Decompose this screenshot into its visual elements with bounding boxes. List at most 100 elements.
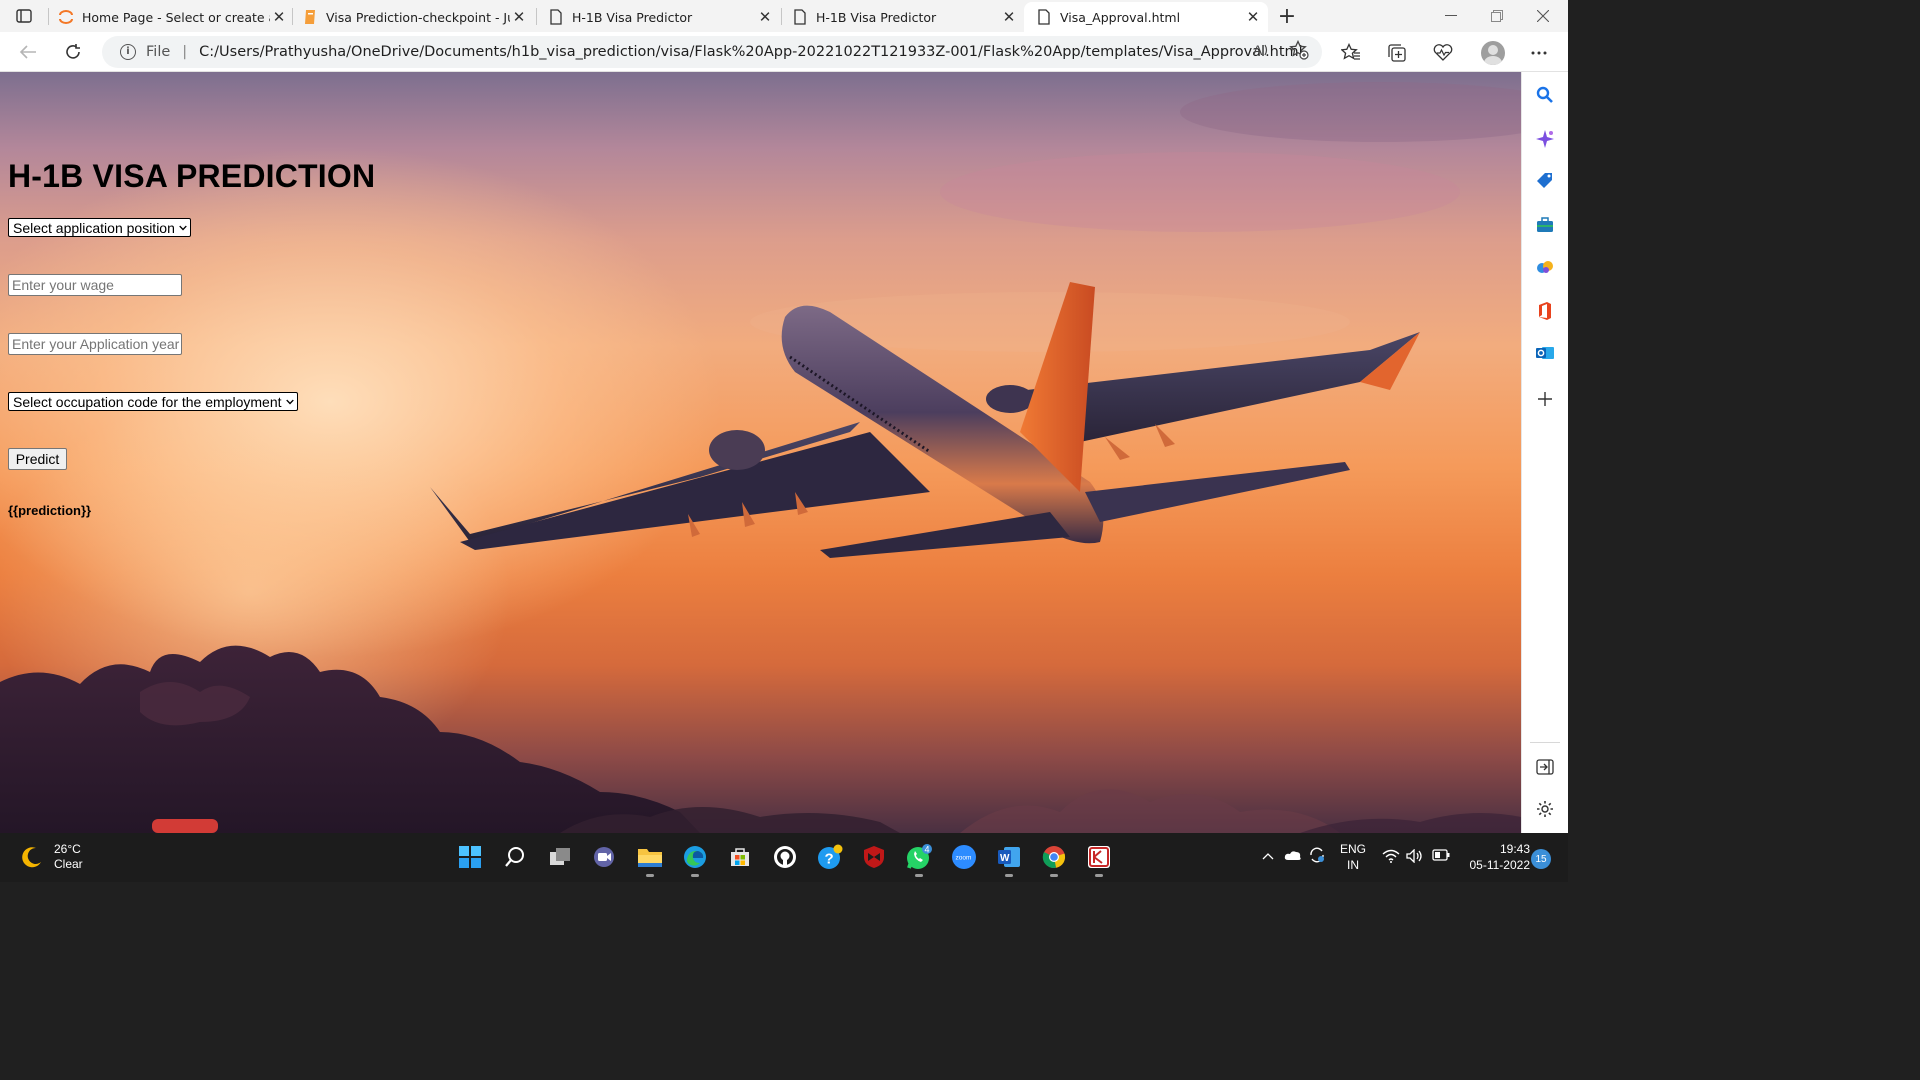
add-favorite-icon[interactable] — [1289, 40, 1309, 60]
close-icon[interactable]: ✕ — [1000, 8, 1018, 26]
edge-icon[interactable] — [681, 843, 709, 871]
restore-icon[interactable] — [1474, 0, 1520, 32]
close-icon[interactable]: ✕ — [756, 8, 774, 26]
tab-actions-icon[interactable] — [10, 6, 38, 26]
browser-toolbar: i File | C:/Users/Prathyusha/OneDrive/Do… — [0, 32, 1568, 72]
whatsapp-badge: 4 — [925, 845, 930, 855]
browser-essentials-icon[interactable] — [1432, 42, 1454, 64]
tab-visa-prediction-checkpoint[interactable]: Visa Prediction-checkpoint - Jup ✕ — [302, 2, 528, 32]
search-icon[interactable] — [1534, 84, 1556, 106]
running-indicator — [1050, 874, 1058, 877]
add-icon[interactable] — [1534, 388, 1556, 410]
weather-widget[interactable]: 26°C Clear — [20, 842, 83, 872]
running-indicator — [691, 874, 699, 877]
language-indicator[interactable]: ENG IN — [1335, 841, 1371, 873]
search-icon[interactable] — [501, 843, 529, 871]
info-icon[interactable]: i — [120, 44, 136, 60]
battery-icon[interactable] — [1432, 849, 1450, 865]
outlook-icon[interactable] — [1534, 342, 1556, 364]
hide-sidebar-icon[interactable] — [1534, 756, 1556, 778]
svg-text:A: A — [1253, 42, 1263, 58]
chrome-icon[interactable] — [1040, 843, 1068, 871]
running-indicator — [915, 874, 923, 877]
games-icon[interactable] — [1534, 256, 1556, 278]
chevron-down-icon — [179, 224, 187, 232]
minimize-icon[interactable] — [1428, 0, 1474, 32]
notebook-icon — [302, 9, 318, 25]
select-value: Select application position — [13, 219, 175, 236]
edge-sidebar — [1521, 72, 1568, 833]
svg-text:?: ? — [825, 851, 834, 868]
language-line-2: IN — [1347, 858, 1359, 872]
refresh-icon[interactable] — [59, 38, 87, 66]
weather-temperature: 26°C — [54, 842, 81, 856]
jupyter-icon — [58, 9, 74, 25]
wage-input[interactable] — [8, 274, 182, 296]
predict-button[interactable]: Predict — [8, 448, 67, 470]
clock-date: 05-11-2022 — [1469, 858, 1531, 872]
clock[interactable]: 19:43 05-11-2022 — [1458, 841, 1531, 873]
page-viewport: H-1B VISA PREDICTION Select application … — [0, 72, 1521, 833]
application-year-input[interactable] — [8, 333, 182, 355]
read-aloud-icon[interactable]: A — [1252, 40, 1272, 60]
whatsapp-icon[interactable]: 4 — [905, 843, 933, 871]
copilot-icon[interactable] — [1534, 128, 1556, 150]
tab-separator — [48, 8, 49, 25]
tab-separator — [292, 8, 293, 25]
github-icon[interactable] — [771, 843, 799, 871]
weather-condition: Clear — [54, 857, 83, 871]
chevron-up-icon[interactable] — [1262, 849, 1274, 864]
prediction-output: {{prediction}} — [8, 503, 92, 518]
zoom-label: zoom — [956, 855, 972, 862]
file-explorer-icon[interactable] — [636, 843, 664, 871]
divider: | — [182, 44, 188, 60]
tools-icon[interactable] — [1534, 214, 1556, 236]
running-indicator — [1005, 874, 1013, 877]
scheme-label: File — [146, 44, 171, 60]
wifi-icon[interactable] — [1382, 849, 1400, 867]
chevron-down-icon — [285, 398, 294, 406]
tab-h1b-visa-predictor-1[interactable]: H-1B Visa Predictor ✕ — [548, 2, 774, 32]
sync-icon[interactable] — [1308, 846, 1326, 868]
collections-icon[interactable] — [1386, 42, 1408, 64]
help-icon[interactable]: ? — [816, 843, 844, 871]
address-bar[interactable]: i File | C:/Users/Prathyusha/OneDrive/Do… — [102, 36, 1322, 68]
word-icon[interactable]: W — [995, 843, 1023, 871]
close-icon[interactable]: ✕ — [270, 8, 288, 26]
profile-avatar[interactable] — [1481, 41, 1505, 65]
tab-title: Visa Prediction-checkpoint - Jup — [326, 9, 510, 25]
occupation-code-select[interactable]: Select occupation code for the employmen… — [8, 392, 298, 411]
tab-title: Home Page - Select or create a n — [82, 9, 270, 25]
tab-visa-approval[interactable]: Visa_Approval.html ✕ — [1024, 2, 1268, 32]
notification-badge[interactable]: 15 — [1531, 849, 1551, 869]
settings-icon[interactable] — [1534, 798, 1556, 820]
task-view-icon[interactable] — [546, 843, 574, 871]
teams-chat-icon[interactable] — [590, 843, 618, 871]
tab-h1b-visa-predictor-2[interactable]: H-1B Visa Predictor ✕ — [792, 2, 1018, 32]
onedrive-icon[interactable] — [1284, 849, 1302, 865]
application-position-select[interactable]: Select application position — [8, 218, 191, 237]
store-icon[interactable] — [726, 843, 754, 871]
moon-icon — [20, 845, 44, 869]
new-tab-icon[interactable]: + — [1276, 4, 1298, 29]
shopping-tag-icon[interactable] — [1534, 170, 1556, 192]
favorites-icon[interactable] — [1340, 42, 1362, 64]
mcafee-icon[interactable] — [860, 843, 888, 871]
windows-start-icon[interactable] — [456, 843, 484, 871]
zoom-icon[interactable]: zoom — [950, 843, 978, 871]
office-icon[interactable] — [1534, 300, 1556, 322]
windows-taskbar: 26°C Clear ? 4 zoom W ENG IN 19:43 05-11… — [0, 833, 1568, 882]
back-icon[interactable] — [14, 38, 42, 66]
close-icon[interactable]: ✕ — [1244, 8, 1262, 26]
clock-time: 19:43 — [1499, 842, 1530, 856]
word-letter: W — [1000, 853, 1010, 864]
running-indicator — [646, 874, 654, 877]
close-icon[interactable]: ✕ — [510, 8, 528, 26]
app-icon[interactable] — [1085, 843, 1113, 871]
tab-home-page[interactable]: Home Page - Select or create a n ✕ — [58, 2, 288, 32]
more-options-icon[interactable] — [1528, 42, 1550, 64]
window-close-icon[interactable] — [1520, 0, 1566, 32]
tab-title: Visa_Approval.html — [1060, 9, 1181, 25]
volume-icon[interactable] — [1406, 848, 1424, 867]
url-text[interactable]: C:/Users/Prathyusha/OneDrive/Documents/h… — [199, 44, 1303, 60]
